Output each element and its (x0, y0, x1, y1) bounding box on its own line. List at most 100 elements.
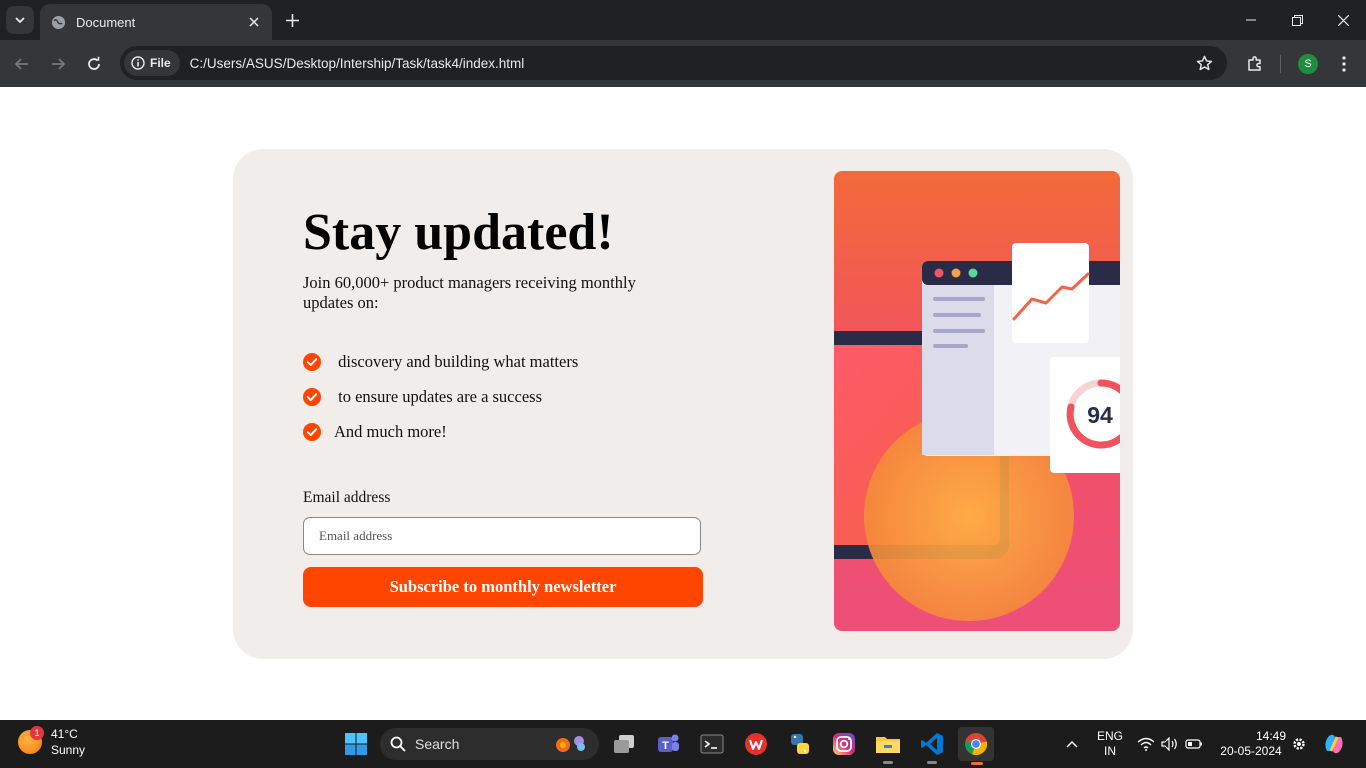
clock[interactable]: 14:49 20-05-2024 (1216, 729, 1286, 759)
extensions-button[interactable] (1241, 50, 1269, 78)
clock-time: 14:49 (1255, 729, 1286, 743)
terminal-button[interactable] (696, 728, 728, 760)
check-circle-icon (303, 352, 321, 371)
chevron-down-icon (15, 17, 25, 24)
weather-widget[interactable]: 1 41°C Sunny (18, 726, 85, 758)
feature-text: discovery and building what matters (334, 351, 579, 371)
close-icon (1337, 14, 1349, 26)
star-icon (1196, 55, 1212, 70)
chrome-button[interactable] (958, 727, 994, 765)
feature-list: discovery and building what matters to e… (303, 344, 578, 449)
folder-icon (876, 737, 900, 753)
vscode-icon (921, 733, 943, 755)
settings-gear-icon (1293, 738, 1305, 750)
more-vertical-icon (1342, 56, 1346, 72)
copilot-button[interactable] (1318, 728, 1350, 760)
teams-icon: T (658, 734, 679, 752)
newsletter-card: Stay updated! Join 60,000+ product manag… (233, 149, 1133, 659)
show-hidden-icons-button[interactable] (1056, 728, 1088, 760)
restore-icon (1291, 14, 1303, 26)
toolbar-divider (1280, 55, 1281, 73)
chevron-up-icon (1066, 740, 1078, 748)
running-indicator (971, 762, 983, 765)
notification-badge: 1 (30, 726, 44, 740)
tab-title: Document (76, 14, 136, 30)
address-bar[interactable]: File C:/Users/ASUS/Desktop/Intership/Tas… (120, 46, 1227, 80)
windows-icon (345, 733, 367, 755)
start-button[interactable] (340, 728, 372, 760)
weather-condition: Sunny (51, 743, 86, 757)
url-text[interactable]: C:/Users/ASUS/Desktop/Intership/Task/tas… (190, 56, 1189, 71)
arrow-left-icon (14, 58, 28, 70)
instagram-icon (833, 733, 855, 755)
hero-illustration: 94 (834, 171, 1120, 631)
wifi-icon (1137, 737, 1155, 751)
new-tab-button[interactable] (281, 9, 303, 31)
vscode-button[interactable] (916, 728, 948, 764)
system-tray-status[interactable] (1134, 728, 1206, 760)
intro-text: Join 60,000+ product managers receiving … (303, 273, 636, 312)
clock-date: 20-05-2024 (1220, 744, 1282, 758)
browser-tab-strip: Document (0, 0, 1366, 40)
feature-text: And much more! (334, 421, 447, 441)
list-item: to ensure updates are a success (303, 379, 578, 414)
plus-icon (285, 13, 299, 27)
list-item: discovery and building what matters (303, 344, 578, 379)
browser-toolbar: File C:/Users/ASUS/Desktop/Intership/Tas… (0, 40, 1366, 87)
close-tab-icon[interactable] (246, 14, 262, 30)
page-title: Stay updated! (303, 204, 614, 261)
region-code: IN (1104, 744, 1116, 758)
site-info-label: File (150, 56, 171, 70)
instagram-button[interactable] (828, 728, 860, 760)
taskbar-search[interactable]: Search (380, 728, 599, 760)
python-button[interactable] (784, 728, 816, 760)
globe-icon (50, 14, 66, 30)
bookmark-button[interactable] (1189, 48, 1219, 78)
feature-text: to ensure updates are a success (334, 386, 542, 406)
weather-temperature: 41°C (51, 727, 78, 741)
language-code: ENG (1096, 729, 1123, 743)
file-explorer-button[interactable] (872, 728, 904, 764)
svg-text:T: T (662, 740, 669, 752)
wps-office-icon (745, 733, 767, 755)
copilot-icon (1325, 734, 1343, 754)
subscribe-button[interactable]: Subscribe to monthly newsletter (303, 567, 703, 607)
task-view-button[interactable] (608, 728, 640, 760)
sun-icon: 1 (18, 726, 44, 754)
battery-icon (1185, 739, 1202, 749)
notifications-button[interactable] (1288, 728, 1310, 760)
browser-menu-button[interactable] (1330, 50, 1358, 78)
forward-button[interactable] (44, 50, 72, 78)
language-indicator[interactable]: ENG IN (1094, 729, 1126, 759)
browser-tab-active[interactable]: Document (40, 4, 272, 40)
check-circle-icon (303, 387, 321, 406)
minimize-button[interactable] (1228, 0, 1274, 40)
arrow-right-icon (52, 58, 66, 70)
email-field[interactable] (303, 517, 701, 555)
volume-icon (1161, 737, 1177, 751)
check-circle-icon (303, 422, 321, 441)
terminal-icon (700, 734, 724, 754)
email-label: Email address (303, 489, 391, 506)
window-controls (1228, 0, 1366, 40)
task-view-icon (614, 735, 634, 753)
tab-search-button[interactable] (6, 6, 34, 34)
flower-icon (556, 736, 585, 752)
teams-button[interactable]: T (652, 728, 684, 760)
page-viewport: Stay updated! Join 60,000+ product manag… (0, 87, 1366, 720)
back-button[interactable] (8, 50, 36, 78)
list-item: And much more! (303, 414, 578, 449)
reload-button[interactable] (80, 50, 108, 78)
search-label: Search (415, 736, 460, 752)
site-info-chip[interactable]: File (124, 50, 180, 76)
close-window-button[interactable] (1320, 0, 1366, 40)
restore-button[interactable] (1274, 0, 1320, 40)
search-icon (390, 736, 406, 752)
info-icon (131, 56, 145, 70)
reload-icon (88, 56, 100, 70)
avatar: S (1298, 54, 1318, 74)
illustration-score-label: 94 (1087, 402, 1113, 428)
wps-button[interactable] (740, 728, 772, 760)
profile-button[interactable]: S (1294, 50, 1322, 78)
os-taskbar: 1 41°C Sunny Search T ENG IN 14:49 20-05… (0, 720, 1366, 768)
